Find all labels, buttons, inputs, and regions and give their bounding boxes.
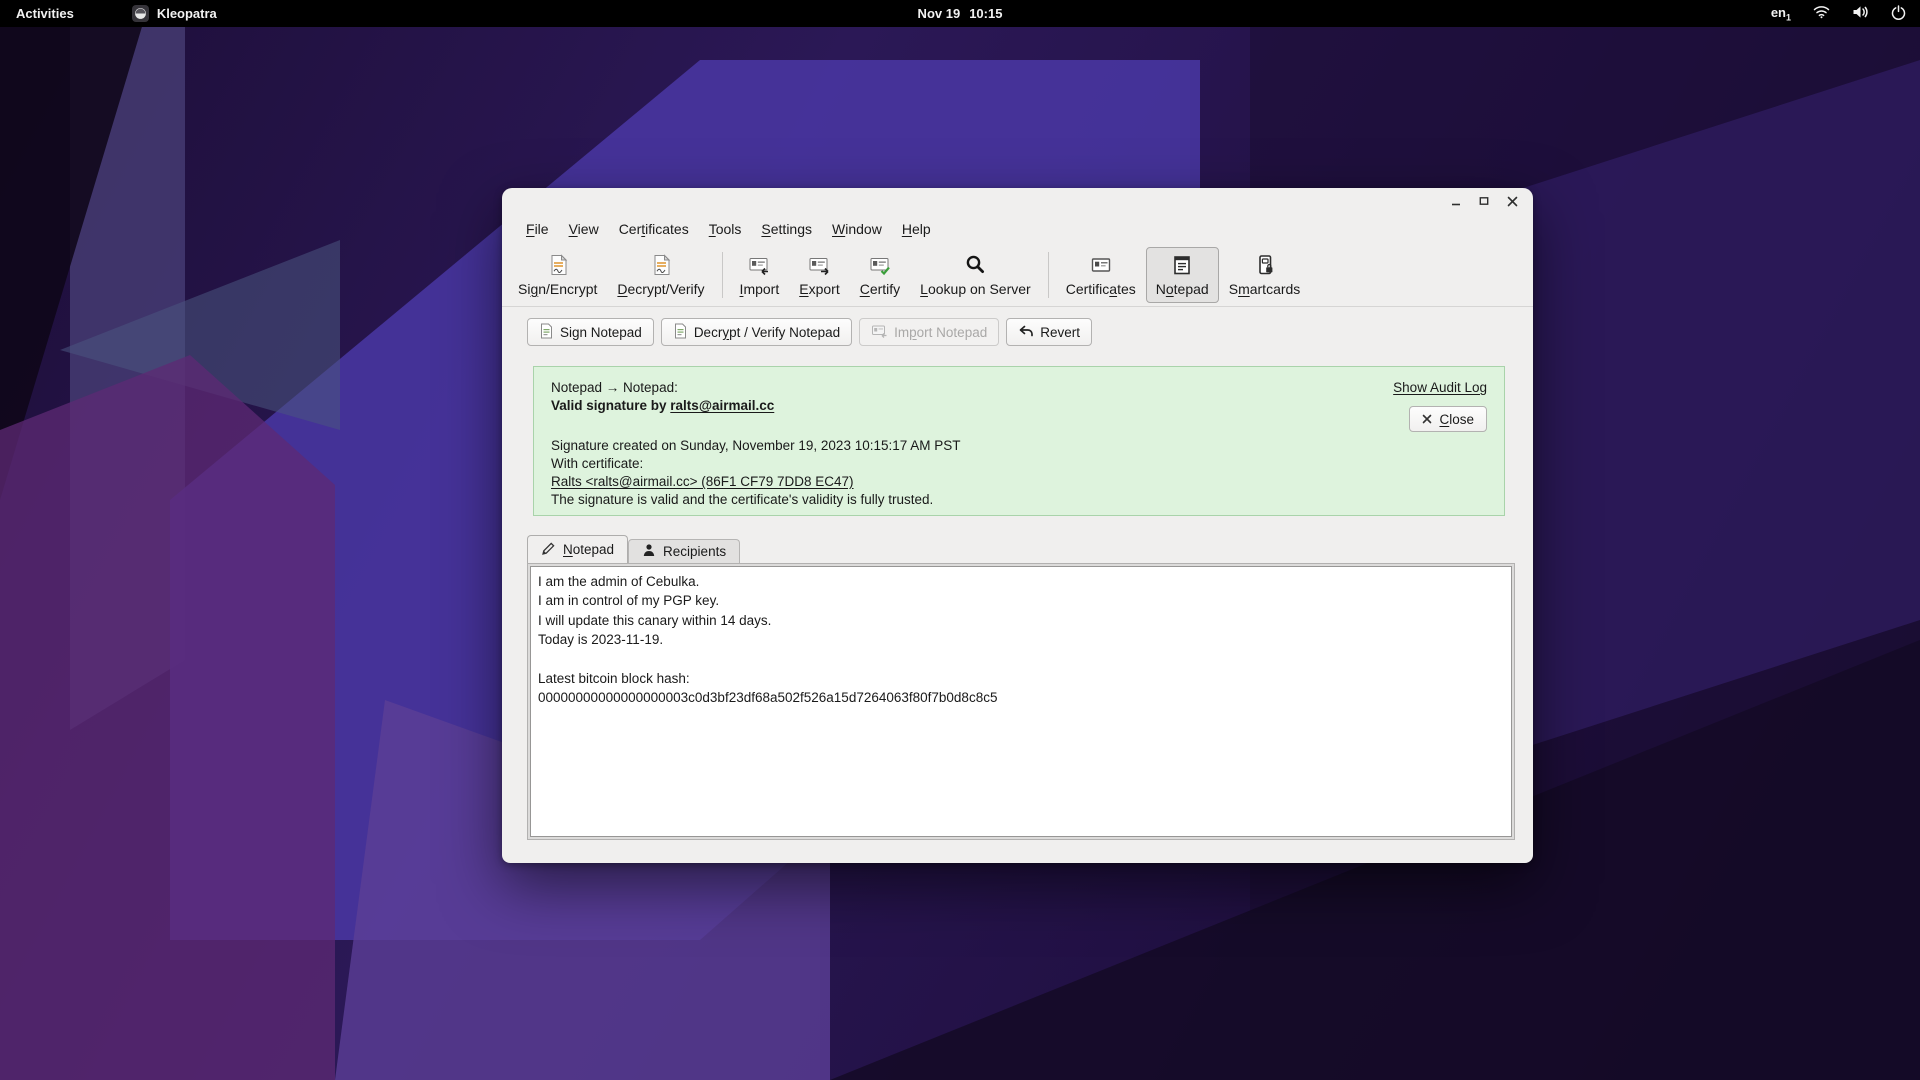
close-icon xyxy=(1422,412,1432,427)
sign-notepad-button[interactable]: Sign Notepad xyxy=(527,318,654,346)
kleopatra-app-icon xyxy=(131,5,149,22)
toolbar-separator xyxy=(1047,252,1049,298)
tab-notepad-label: Notepad xyxy=(563,542,615,557)
close-result-button[interactable]: Close xyxy=(1409,406,1487,432)
verify-notepad-icon xyxy=(673,323,688,342)
export-certificate-icon xyxy=(807,253,831,280)
menu-view[interactable]: View xyxy=(559,217,609,241)
show-audit-log-link[interactable]: Show Audit Log xyxy=(1393,380,1487,395)
import-notepad-icon xyxy=(871,323,888,341)
sign-encrypt-label: Sign/Encrypt xyxy=(518,281,598,297)
toolbar-separator xyxy=(721,252,723,298)
kleopatra-window: File View Certificates Tools Settings Wi… xyxy=(502,188,1533,863)
menu-help[interactable]: Help xyxy=(892,217,941,241)
result-valid-line: Valid signature by ralts@airmail.cc xyxy=(551,397,961,415)
notepad-textarea[interactable]: I am the admin of Cebulka. I am in contr… xyxy=(530,566,1512,837)
menu-file[interactable]: File xyxy=(516,217,559,241)
minimize-button[interactable] xyxy=(1447,192,1465,210)
window-titlebar[interactable] xyxy=(502,188,1533,214)
notepad-icon xyxy=(1170,253,1194,280)
lookup-on-server-button[interactable]: Lookup on Server xyxy=(910,247,1041,303)
certify-label: Certify xyxy=(859,281,901,297)
focused-app-name: Kleopatra xyxy=(156,6,217,21)
tab-notepad[interactable]: Notepad xyxy=(527,535,629,563)
verify-document-icon xyxy=(649,253,673,280)
revert-button[interactable]: Revert xyxy=(1006,318,1092,346)
sign-document-icon xyxy=(546,253,570,280)
verification-result-text: Notepad → Notepad: Valid signature by ra… xyxy=(551,379,961,507)
clock-date: Nov 19 xyxy=(917,6,961,21)
activities-button[interactable]: Activities xyxy=(16,6,74,21)
valid-signature-prefix: Valid signature by xyxy=(551,398,671,413)
import-notepad-button[interactable]: Import Notepad xyxy=(859,318,1000,346)
smartcards-view-button[interactable]: Smartcards xyxy=(1219,247,1311,303)
close-window-button[interactable] xyxy=(1503,192,1521,210)
decrypt-verify-label: Decrypt/Verify xyxy=(617,281,705,297)
import-button[interactable]: Import xyxy=(730,247,790,303)
menu-certificates[interactable]: Certificates xyxy=(609,217,699,241)
sign-encrypt-button[interactable]: Sign/Encrypt xyxy=(508,247,607,303)
decrypt-verify-button[interactable]: Decrypt/Verify xyxy=(607,247,714,303)
clock-button[interactable]: Nov 19 10:15 xyxy=(918,0,1003,27)
pencil-icon xyxy=(541,541,556,559)
revert-label: Revert xyxy=(1040,324,1080,340)
keyboard-layout-indicator[interactable]: en1 xyxy=(1771,5,1791,23)
sign-notepad-icon xyxy=(539,323,554,342)
smartcard-icon xyxy=(1253,253,1277,280)
notepad-label: Notepad xyxy=(1155,281,1209,297)
menu-window[interactable]: Window xyxy=(822,217,892,241)
notepad-action-bar: Sign Notepad Decrypt / Verify Notepad Im… xyxy=(527,318,1092,346)
signer-email-link[interactable]: ralts@airmail.cc xyxy=(670,398,774,413)
top-bar: Activities Kleopatra Nov 19 10:15 en1 xyxy=(0,0,1920,27)
keyboard-layout-index: 1 xyxy=(1785,12,1791,23)
verification-result-banner: Notepad → Notepad: Valid signature by ra… xyxy=(533,366,1505,516)
person-icon xyxy=(642,543,656,560)
notepad-editor-frame: I am the admin of Cebulka. I am in contr… xyxy=(527,563,1515,840)
tab-recipients-label: Recipients xyxy=(663,544,727,559)
search-icon xyxy=(963,253,987,280)
power-icon[interactable] xyxy=(1891,4,1906,23)
main-toolbar: Sign/Encrypt Decrypt/Verify Import Expor… xyxy=(502,244,1533,307)
result-source-line: Notepad → Notepad: xyxy=(551,380,678,395)
notepad-view-button[interactable]: Notepad xyxy=(1145,247,1219,303)
notepad-tab-bar: Notepad Recipients xyxy=(527,535,741,563)
tab-recipients[interactable]: Recipients xyxy=(628,539,741,563)
result-validity-line: The signature is valid and the certifica… xyxy=(551,492,934,507)
menu-bar: File View Certificates Tools Settings Wi… xyxy=(516,214,941,244)
import-notepad-label: Import Notepad xyxy=(894,324,988,340)
export-button[interactable]: Export xyxy=(789,247,849,303)
certify-certificate-icon xyxy=(868,253,892,280)
focused-app-menu[interactable]: Kleopatra xyxy=(131,5,217,22)
export-label: Export xyxy=(799,281,840,297)
import-certificate-icon xyxy=(747,253,771,280)
result-created-line: Signature created on Sunday, November 19… xyxy=(551,438,961,453)
result-with-certificate-label: With certificate: xyxy=(551,456,644,471)
sign-notepad-label: Sign Notepad xyxy=(560,324,642,340)
close-result-label: Close xyxy=(1439,411,1474,427)
certificates-label: Certificates xyxy=(1065,281,1136,297)
undo-icon xyxy=(1018,324,1034,341)
smartcards-label: Smartcards xyxy=(1228,281,1301,297)
lookup-label: Lookup on Server xyxy=(920,281,1031,297)
clock-time: 10:15 xyxy=(969,6,1003,21)
maximize-button[interactable] xyxy=(1475,192,1493,210)
import-label: Import xyxy=(739,281,780,297)
certify-button[interactable]: Certify xyxy=(850,247,910,303)
menu-tools[interactable]: Tools xyxy=(699,217,752,241)
decrypt-verify-notepad-button[interactable]: Decrypt / Verify Notepad xyxy=(660,318,853,346)
keyboard-layout-code: en xyxy=(1770,4,1786,20)
wifi-icon[interactable] xyxy=(1813,5,1830,22)
certificate-link[interactable]: Ralts <ralts@airmail.cc> (86F1 CF79 7DD8… xyxy=(551,474,854,489)
certificates-icon xyxy=(1089,253,1113,280)
menu-settings[interactable]: Settings xyxy=(751,217,822,241)
certificates-view-button[interactable]: Certificates xyxy=(1056,247,1146,303)
decrypt-verify-notepad-label: Decrypt / Verify Notepad xyxy=(693,324,841,340)
volume-icon[interactable] xyxy=(1852,5,1869,22)
